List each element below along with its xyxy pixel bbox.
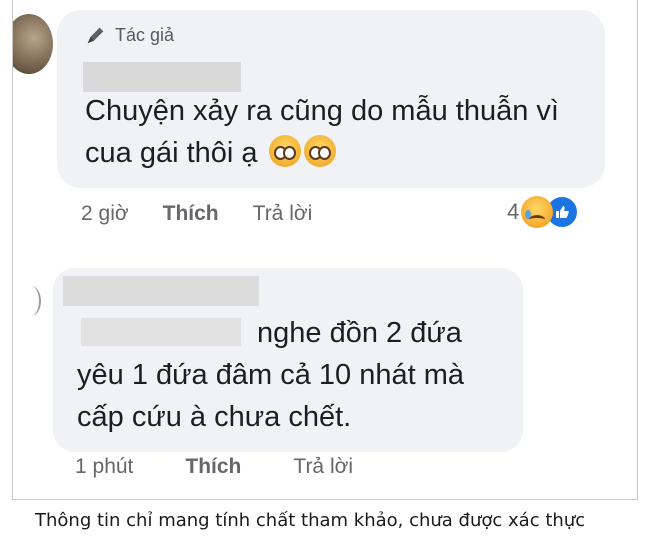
like-button[interactable]: Thích <box>163 202 219 226</box>
comment-text: nghe đồn 2 đứa yêu 1 đứa đâm cả 10 nhát … <box>77 312 517 438</box>
reaction-summary[interactable]: 4 <box>507 196 578 228</box>
reply-button[interactable]: Trả lời <box>293 455 353 479</box>
screenshot-frame: Tác giả Chuyện xảy ra cũng do mẫu thuẫn … <box>12 0 638 500</box>
sad-face-icon <box>521 196 554 228</box>
comment-bubble: Tác giả Chuyện xảy ra cũng do mẫu thuẫn … <box>57 10 605 188</box>
author-badge: Tác giả <box>85 24 174 46</box>
reaction-count: 4 <box>507 199 520 224</box>
comment-bubble: nghe đồn 2 đứa yêu 1 đứa đâm cả 10 nhát … <box>53 268 523 452</box>
author-badge-label: Tác giả <box>115 24 175 45</box>
comment-text-line: cấp cứu à chưa chết. <box>77 401 352 433</box>
pen-icon <box>87 27 104 44</box>
pleading-face-icon <box>303 135 336 167</box>
caption: Thông tin chỉ mang tính chất tham khảo, … <box>35 510 586 531</box>
like-button[interactable]: Thích <box>185 455 241 479</box>
comment-text: Chuyện xảy ra cũng do mẫu thuẫn vì cua g… <box>85 90 595 174</box>
blurred-author-name[interactable] <box>63 276 259 306</box>
comment-text-line: nghe đồn 2 đứa <box>257 317 462 349</box>
tear-icon <box>525 210 532 219</box>
comment-text-line: yêu 1 đứa đâm cả 10 nhát mà <box>77 359 464 391</box>
reply-button[interactable]: Trả lời <box>253 202 313 226</box>
blurred-author-name[interactable] <box>83 62 241 92</box>
pleading-face-icon <box>268 135 301 167</box>
avatar[interactable] <box>13 14 53 74</box>
comment-actions: 2 giờ Thích Trả lời <box>81 202 312 226</box>
avatar[interactable] <box>21 286 41 316</box>
comment-time[interactable]: 2 giờ <box>81 202 129 226</box>
comment-time[interactable]: 1 phút <box>75 455 133 479</box>
comment-actions: 1 phút Thích Trả lời <box>75 455 353 479</box>
thumbs-up-icon <box>556 206 570 218</box>
